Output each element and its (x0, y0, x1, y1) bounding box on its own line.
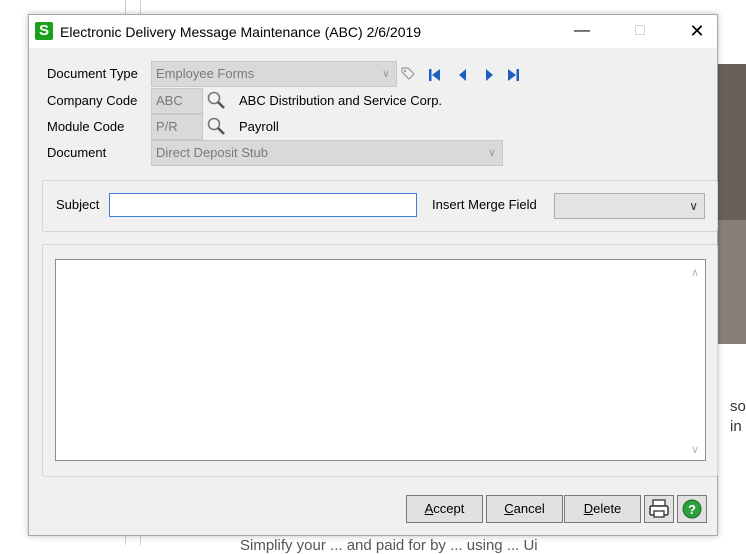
accept-label: ccept (433, 501, 465, 516)
background-text: Simplify your ... and paid for by ... us… (240, 537, 538, 554)
background-text: in (730, 418, 742, 435)
tag-icon[interactable] (399, 65, 417, 83)
maximize-button[interactable]: □ (617, 15, 663, 47)
delete-button[interactable]: Delete (564, 495, 641, 523)
chevron-down-icon: ∨ (689, 199, 698, 213)
first-record-icon[interactable] (427, 67, 443, 83)
module-name: Payroll (239, 119, 279, 134)
lookup-icon[interactable] (205, 115, 227, 137)
insert-merge-field-select[interactable]: ∨ (554, 193, 705, 219)
last-record-icon[interactable] (505, 67, 521, 83)
subject-label: Subject (56, 197, 100, 212)
module-code-label: Module Code (47, 119, 125, 134)
lookup-icon[interactable] (205, 89, 227, 111)
insert-merge-field-label: Insert Merge Field (432, 197, 537, 212)
cancel-button[interactable]: Cancel (486, 495, 563, 523)
scroll-up-icon[interactable]: ∧ (691, 266, 699, 279)
background-photo (716, 220, 746, 344)
close-button[interactable]: ✕ (674, 15, 720, 47)
message-body-textarea[interactable]: ∧ ∨ (55, 259, 706, 461)
module-code-field[interactable]: P/R (151, 114, 203, 140)
document-type-value: Employee Forms (156, 66, 255, 81)
svg-text:?: ? (688, 502, 696, 517)
cancel-label: ancel (513, 501, 545, 516)
accept-button[interactable]: Accept (406, 495, 483, 523)
previous-record-icon[interactable] (455, 67, 471, 83)
chevron-down-icon: ∨ (487, 147, 496, 159)
window-title: Electronic Delivery Message Maintenance … (60, 24, 422, 40)
company-code-field[interactable]: ABC (151, 88, 203, 114)
title-bar[interactable]: S Electronic Delivery Message Maintenanc… (29, 15, 717, 48)
printer-icon (649, 499, 669, 518)
minimize-button[interactable]: — (559, 15, 605, 47)
subject-input[interactable] (109, 193, 417, 217)
chevron-down-icon: ∨ (381, 68, 390, 80)
document-type-label: Document Type (47, 66, 138, 81)
delete-hotkey: D (583, 501, 594, 516)
background-text: so (730, 398, 746, 415)
help-button[interactable]: ? (677, 495, 707, 523)
company-name: ABC Distribution and Service Corp. (239, 93, 443, 108)
document-select[interactable]: Direct Deposit Stub ∨ (151, 140, 503, 166)
help-icon: ? (682, 499, 702, 519)
delete-label: elete (593, 501, 622, 516)
accept-hotkey: A (424, 501, 434, 516)
print-button[interactable] (644, 495, 674, 523)
scroll-down-icon[interactable]: ∨ (691, 443, 699, 456)
company-code-label: Company Code (47, 93, 138, 108)
next-record-icon[interactable] (481, 67, 497, 83)
document-type-select[interactable]: Employee Forms ∨ (151, 61, 397, 87)
cancel-hotkey: C (504, 501, 514, 516)
app-icon: S (35, 22, 53, 40)
maintenance-window: S Electronic Delivery Message Maintenanc… (28, 14, 718, 536)
document-value: Direct Deposit Stub (156, 145, 268, 160)
document-label: Document (47, 145, 107, 160)
